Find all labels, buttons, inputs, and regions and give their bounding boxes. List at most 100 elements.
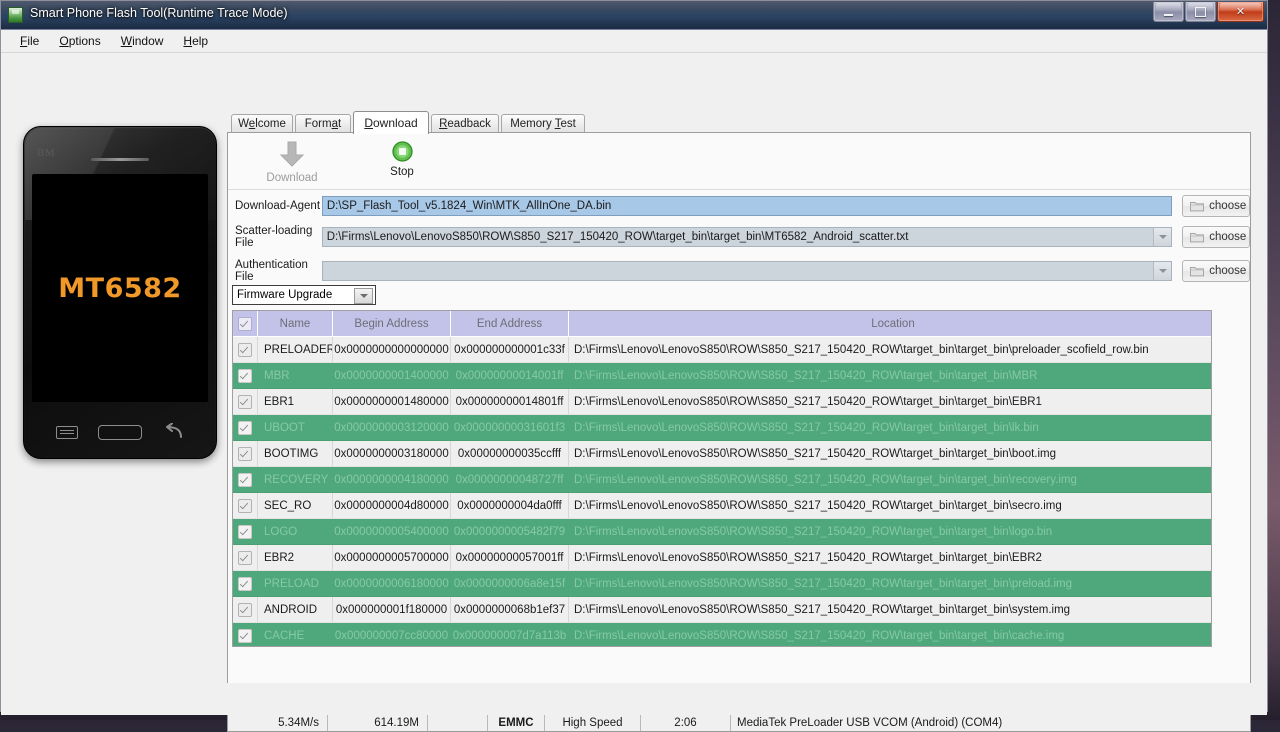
menu-item-window[interactable]: Window — [112, 32, 175, 50]
row-checkbox[interactable] — [238, 446, 252, 461]
row-checkbox-cell[interactable] — [233, 466, 258, 493]
tab-readback[interactable]: Readback — [431, 114, 499, 133]
row-checkbox-cell[interactable] — [233, 622, 258, 646]
row-checkbox-cell[interactable] — [233, 440, 258, 467]
phone-nav-row — [24, 420, 216, 444]
table-row[interactable]: PRELOADER 0x0000000000000000 0x00000000000… — [233, 336, 1211, 363]
close-icon: ✕ — [1235, 6, 1246, 18]
download-agent-input[interactable]: D:\SP_Flash_Tool_v5.1824_Win\MTK_AllInOn… — [321, 196, 1173, 216]
cell-location: D:\Firms\Lenovo\LenovoS850\ROW\S850_S217… — [568, 414, 1211, 441]
cell-name: SEC_RO — [257, 492, 333, 519]
status-port: MediaTek PreLoader USB VCOM (Android) (C… — [737, 716, 1003, 729]
cell-name: EBR1 — [257, 388, 333, 415]
table-row[interactable]: SEC_RO 0x0000000004d80000 0x0000000004da0f… — [233, 492, 1211, 519]
table-row[interactable]: PRELOAD 0x0000000006180000 0x0000000006a8e… — [233, 570, 1211, 597]
row-checkbox[interactable] — [238, 420, 252, 435]
row-checkbox-cell[interactable] — [233, 544, 258, 571]
row-checkbox-cell[interactable] — [233, 414, 258, 441]
chipset-label: MT6582 — [58, 272, 182, 304]
download-button[interactable]: Download — [248, 141, 336, 184]
row-checkbox-cell[interactable] — [233, 518, 258, 545]
cell-name: RECOVERY — [257, 466, 333, 493]
cell-name: ANDROID — [257, 596, 333, 623]
auth-file-choose-button[interactable]: choose — [1182, 260, 1250, 282]
status-elapsed-time: 2:06 — [641, 714, 731, 731]
cell-begin-address: 0x0000000004d80000 — [332, 492, 451, 519]
cell-location: D:\Firms\Lenovo\LenovoS850\ROW\S850_S217… — [568, 388, 1211, 415]
cell-begin-address: 0x0000000005400000 — [332, 518, 451, 545]
row-checkbox[interactable] — [238, 602, 252, 617]
cell-location: D:\Firms\Lenovo\LenovoS850\ROW\S850_S217… — [568, 596, 1211, 623]
tab-format[interactable]: Format — [295, 114, 351, 133]
cell-end-address: 0x000000000001c33f — [450, 336, 569, 363]
stop-button-label: Stop — [390, 166, 414, 178]
row-checkbox-cell[interactable] — [233, 570, 258, 597]
cell-location: D:\Firms\Lenovo\LenovoS850\ROW\S850_S217… — [568, 492, 1211, 519]
header-select-all[interactable] — [233, 311, 258, 337]
auth-file-input[interactable] — [321, 261, 1173, 281]
stop-button[interactable]: Stop — [358, 141, 446, 178]
select-all-checkbox[interactable] — [238, 316, 252, 331]
row-checkbox[interactable] — [238, 472, 252, 487]
chevron-down-icon[interactable] — [1153, 228, 1172, 246]
row-checkbox-cell[interactable] — [233, 596, 258, 623]
cell-name: MBR — [257, 362, 333, 389]
row-checkbox[interactable] — [238, 576, 252, 591]
table-row[interactable]: EBR2 0x0000000005700000 0x00000000057001ff… — [233, 544, 1211, 571]
cell-begin-address: 0x0000000006180000 — [332, 570, 451, 597]
menu-item-options[interactable]: Options — [50, 32, 111, 50]
row-checkbox-cell[interactable] — [233, 388, 258, 415]
row-checkbox[interactable] — [238, 550, 252, 565]
close-button[interactable]: ✕ — [1217, 2, 1264, 22]
header-end-address[interactable]: End Address — [450, 311, 569, 337]
window-bottom-strip — [1, 683, 1267, 715]
chevron-down-icon[interactable] — [354, 288, 373, 304]
cell-location: D:\Firms\Lenovo\LenovoS850\ROW\S850_S217… — [568, 440, 1211, 467]
tab-download[interactable]: Download — [353, 111, 429, 134]
row-checkbox[interactable] — [238, 394, 252, 409]
row-checkbox[interactable] — [238, 524, 252, 539]
menu-item-file[interactable]: File — [11, 32, 50, 50]
cell-end-address: 0x00000000014801ff — [450, 388, 569, 415]
status-bar: 5.34M/s 614.19M EMMC High Speed 2:06 Med… — [227, 713, 1251, 732]
table-row[interactable]: MBR 0x0000000001400000 0x00000000014001ff D… — [233, 362, 1211, 389]
row-checkbox[interactable] — [238, 498, 252, 513]
header-name[interactable]: Name — [257, 311, 333, 337]
header-location[interactable]: Location — [568, 311, 1211, 337]
tab-welcome[interactable]: Welcome — [231, 114, 293, 133]
choose-label: choose — [1209, 265, 1247, 277]
table-row[interactable]: ANDROID 0x000000001f180000 0x0000000068b1e… — [233, 596, 1211, 623]
scatter-file-input[interactable]: D:\Firms\Lenovo\LenovoS850\ROW\S850_S217… — [321, 227, 1173, 247]
row-checkbox-cell[interactable] — [233, 492, 258, 519]
cell-begin-address: 0x000000001f180000 — [332, 596, 451, 623]
row-checkbox[interactable] — [238, 368, 252, 383]
row-checkbox-cell[interactable] — [233, 336, 258, 363]
table-row[interactable]: EBR1 0x0000000001480000 0x00000000014801ff… — [233, 388, 1211, 415]
status-speed: 5.34M/s — [228, 714, 328, 731]
minimize-button[interactable] — [1153, 2, 1184, 22]
auth-file-row: Authentication File choose — [228, 259, 1250, 283]
maximize-button[interactable] — [1185, 2, 1216, 22]
cell-end-address: 0x00000000048727ff — [450, 466, 569, 493]
tab-strip: Welcome Format Download Readback Memory … — [227, 111, 1251, 134]
table-row[interactable]: UBOOT 0x0000000003120000 0x00000000031601f… — [233, 414, 1211, 441]
cell-name: BOOTIMG — [257, 440, 333, 467]
flash-mode-select[interactable]: Firmware Upgrade — [232, 285, 376, 305]
scatter-file-choose-button[interactable]: choose — [1182, 226, 1250, 248]
table-row[interactable]: BOOTIMG 0x0000000003180000 0x00000000035cc… — [233, 440, 1211, 467]
tab-label: Readback — [439, 118, 491, 130]
chevron-down-icon[interactable] — [1153, 262, 1172, 280]
menu-item-help[interactable]: Help — [174, 32, 219, 50]
row-checkbox-cell[interactable] — [233, 362, 258, 389]
title-bar: Smart Phone Flash Tool(Runtime Trace Mod… — [1, 1, 1267, 30]
cell-name: EBR2 — [257, 544, 333, 571]
table-row[interactable]: LOGO 0x0000000005400000 0x0000000005482f79… — [233, 518, 1211, 545]
row-checkbox[interactable] — [238, 628, 252, 643]
header-begin-address[interactable]: Begin Address — [332, 311, 451, 337]
table-row[interactable]: CACHE 0x000000007cc80000 0x000000007d7a113… — [233, 622, 1211, 646]
table-row[interactable]: RECOVERY 0x0000000004180000 0x000000000487… — [233, 466, 1211, 493]
cell-location: D:\Firms\Lenovo\LenovoS850\ROW\S850_S217… — [568, 544, 1211, 571]
row-checkbox[interactable] — [238, 342, 252, 357]
download-agent-choose-button[interactable]: choose — [1182, 195, 1250, 217]
tab-memory-test[interactable]: Memory Test — [501, 114, 585, 133]
